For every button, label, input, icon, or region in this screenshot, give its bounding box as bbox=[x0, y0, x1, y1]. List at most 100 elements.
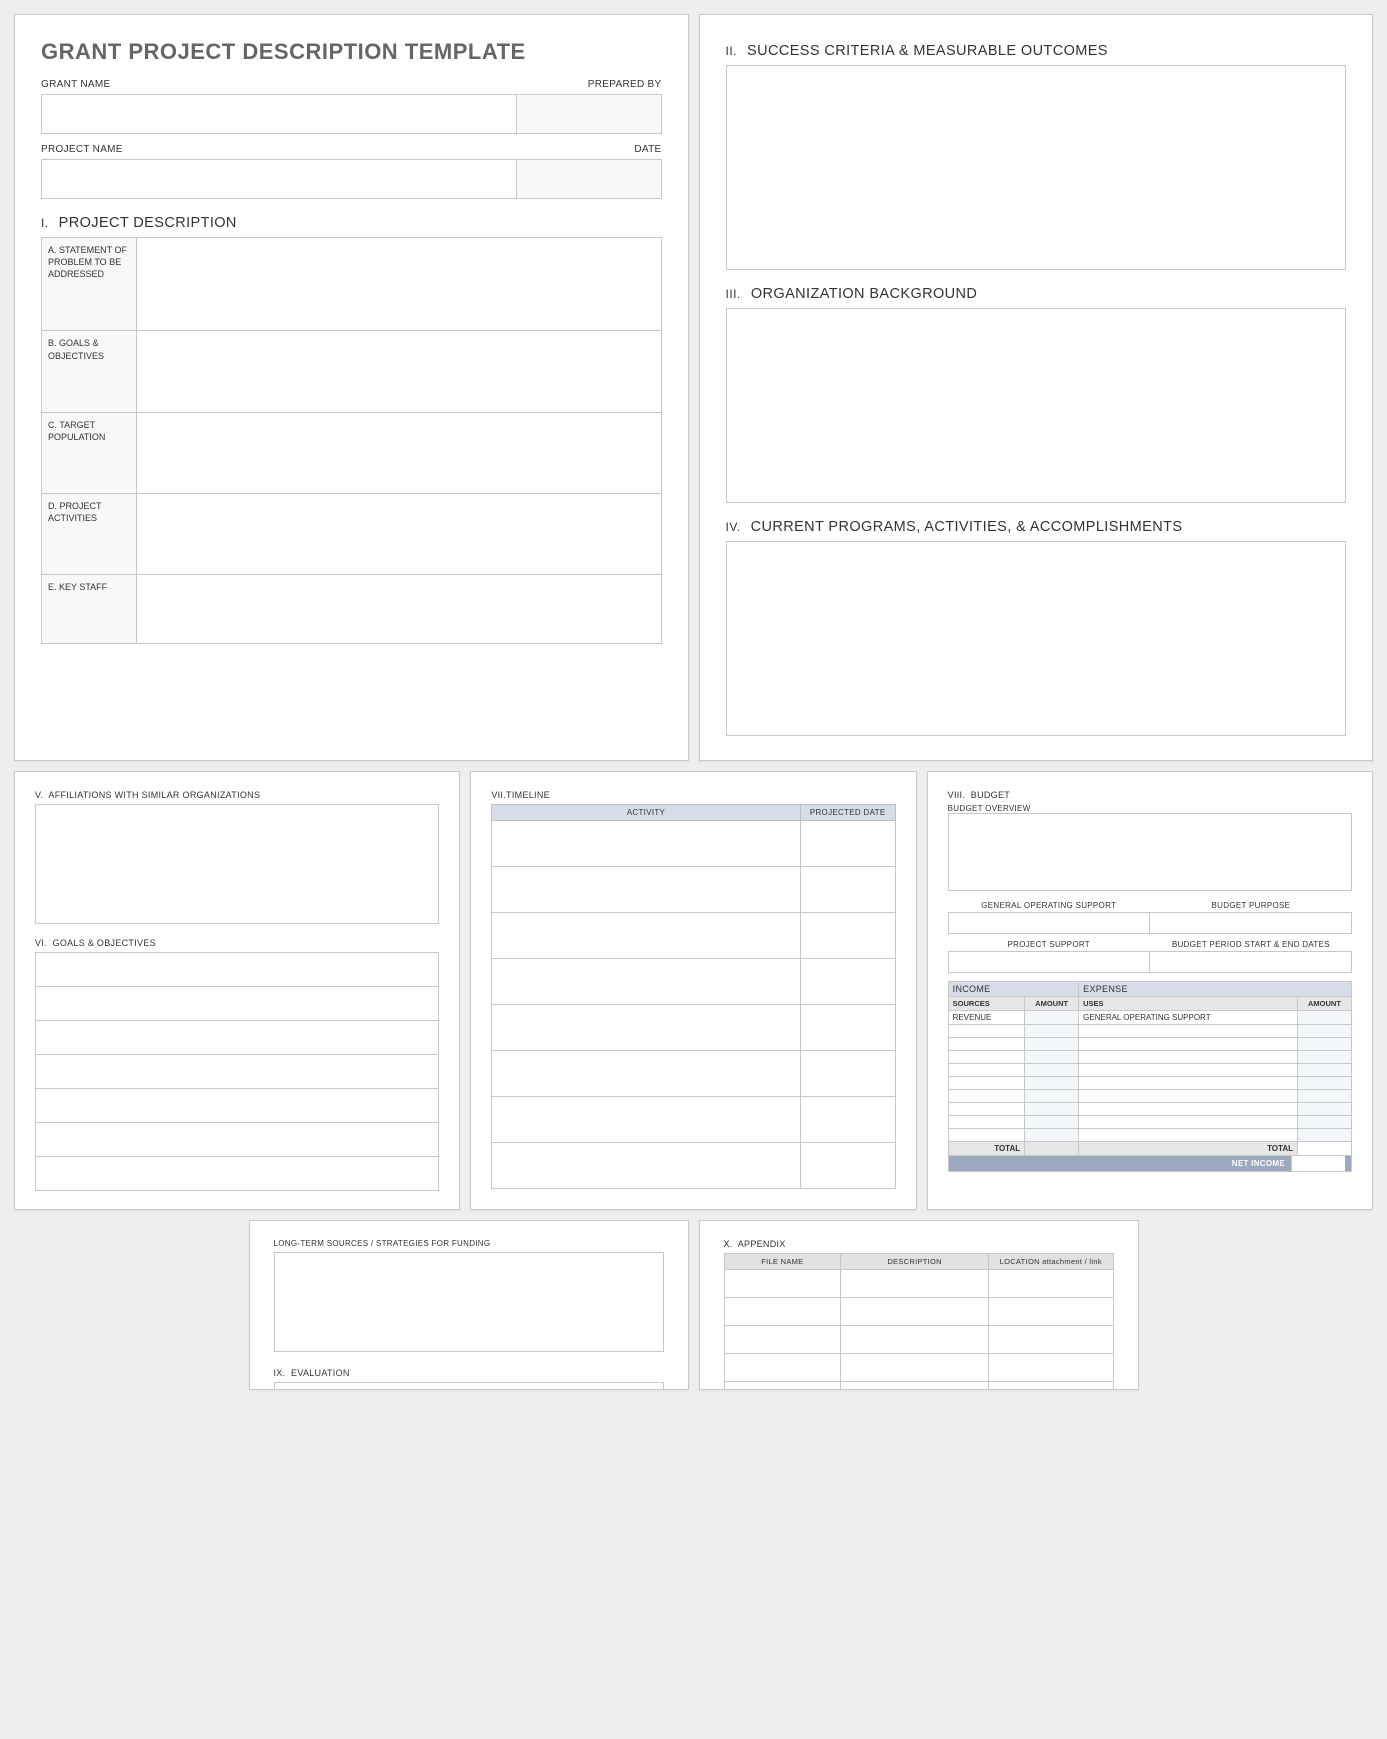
budget-cell[interactable] bbox=[1079, 1038, 1298, 1051]
budget-cell[interactable] bbox=[1079, 1064, 1298, 1077]
input-date[interactable] bbox=[517, 159, 662, 199]
timeline-cell[interactable] bbox=[492, 1051, 800, 1097]
timeline-cell[interactable] bbox=[800, 1143, 895, 1189]
input-proj-support[interactable] bbox=[948, 951, 1150, 973]
evaluation-input[interactable] bbox=[274, 1382, 664, 1390]
timeline-cell[interactable] bbox=[492, 1143, 800, 1189]
timeline-cell[interactable] bbox=[800, 1005, 895, 1051]
budget-cell[interactable] bbox=[1025, 1090, 1079, 1103]
budget-cell[interactable] bbox=[948, 1077, 1024, 1090]
budget-cell[interactable] bbox=[948, 1103, 1024, 1116]
budget-cell[interactable] bbox=[1025, 1011, 1079, 1025]
funding-label: LONG-TERM SOURCES / STRATEGIES FOR FUNDI… bbox=[274, 1239, 664, 1248]
desc-row-d-input[interactable] bbox=[137, 493, 662, 574]
budget-cell[interactable] bbox=[1079, 1077, 1298, 1090]
appendix-cell[interactable] bbox=[841, 1326, 989, 1354]
budget-cell[interactable] bbox=[1025, 1077, 1079, 1090]
budget-cell[interactable] bbox=[1025, 1103, 1079, 1116]
timeline-cell[interactable] bbox=[492, 913, 800, 959]
budget-cell[interactable] bbox=[948, 1129, 1024, 1142]
timeline-cell[interactable] bbox=[800, 1097, 895, 1143]
appendix-cell[interactable] bbox=[724, 1270, 841, 1298]
appendix-cell[interactable] bbox=[724, 1382, 841, 1391]
timeline-cell[interactable] bbox=[492, 959, 800, 1005]
budget-cell[interactable] bbox=[1297, 1077, 1351, 1090]
budget-cell[interactable] bbox=[1297, 1103, 1351, 1116]
budget-cell[interactable] bbox=[1079, 1051, 1298, 1064]
budget-cell[interactable] bbox=[948, 1116, 1024, 1129]
appendix-cell[interactable] bbox=[841, 1354, 989, 1382]
appendix-cell[interactable] bbox=[841, 1298, 989, 1326]
budget-cell[interactable] bbox=[1025, 1025, 1079, 1038]
appendix-cell[interactable] bbox=[724, 1326, 841, 1354]
affiliations-input[interactable] bbox=[35, 804, 439, 924]
budget-cell[interactable] bbox=[948, 1025, 1024, 1038]
appendix-cell[interactable] bbox=[841, 1270, 989, 1298]
org-background-input[interactable] bbox=[726, 308, 1347, 503]
goal-row[interactable] bbox=[36, 953, 439, 987]
budget-cell[interactable] bbox=[1297, 1011, 1351, 1025]
budget-cell[interactable] bbox=[1297, 1116, 1351, 1129]
budget-cell[interactable] bbox=[1079, 1103, 1298, 1116]
timeline-cell[interactable] bbox=[800, 1051, 895, 1097]
appendix-cell[interactable] bbox=[841, 1382, 989, 1391]
budget-cell[interactable] bbox=[1297, 1129, 1351, 1142]
appendix-cell[interactable] bbox=[989, 1354, 1114, 1382]
budget-cell[interactable] bbox=[1079, 1129, 1298, 1142]
input-budget-dates[interactable] bbox=[1150, 951, 1352, 973]
goal-row[interactable] bbox=[36, 1089, 439, 1123]
timeline-cell[interactable] bbox=[492, 1097, 800, 1143]
desc-row-c-input[interactable] bbox=[137, 412, 662, 493]
appendix-cell[interactable] bbox=[724, 1354, 841, 1382]
desc-row-c-label: C. TARGET POPULATION bbox=[42, 412, 137, 493]
budget-cell[interactable] bbox=[1297, 1090, 1351, 1103]
timeline-cell[interactable] bbox=[800, 867, 895, 913]
input-prepared-by[interactable] bbox=[517, 94, 662, 134]
budget-cell[interactable] bbox=[1025, 1129, 1079, 1142]
timeline-cell[interactable] bbox=[800, 959, 895, 1005]
budget-cell[interactable] bbox=[1297, 1025, 1351, 1038]
budget-cell[interactable] bbox=[948, 1090, 1024, 1103]
desc-row-a-input[interactable] bbox=[137, 238, 662, 331]
goal-row[interactable] bbox=[36, 987, 439, 1021]
goal-row[interactable] bbox=[36, 1123, 439, 1157]
budget-cell[interactable] bbox=[948, 1038, 1024, 1051]
timeline-cell[interactable] bbox=[492, 1005, 800, 1051]
timeline-cell[interactable] bbox=[800, 821, 895, 867]
budget-cell[interactable] bbox=[1297, 1038, 1351, 1051]
timeline-cell[interactable] bbox=[800, 913, 895, 959]
input-purpose[interactable] bbox=[1150, 912, 1352, 934]
input-grant-name[interactable] bbox=[41, 94, 517, 134]
budget-total1-value bbox=[1025, 1142, 1079, 1156]
budget-cell[interactable] bbox=[1297, 1051, 1351, 1064]
label-grant-name: GRANT NAME bbox=[41, 79, 517, 90]
budget-cell[interactable] bbox=[948, 1051, 1024, 1064]
appendix-cell[interactable] bbox=[989, 1326, 1114, 1354]
appendix-cell[interactable] bbox=[724, 1298, 841, 1326]
appendix-cell[interactable] bbox=[989, 1382, 1114, 1391]
budget-overview-input[interactable] bbox=[948, 813, 1352, 891]
desc-row-b-input[interactable] bbox=[137, 331, 662, 412]
budget-cell[interactable] bbox=[1025, 1038, 1079, 1051]
budget-cell[interactable] bbox=[1079, 1025, 1298, 1038]
funding-input[interactable] bbox=[274, 1252, 664, 1352]
success-criteria-input[interactable] bbox=[726, 65, 1347, 270]
budget-cell[interactable] bbox=[1079, 1116, 1298, 1129]
desc-row-e-input[interactable] bbox=[137, 575, 662, 644]
current-programs-input[interactable] bbox=[726, 541, 1347, 736]
budget-cell[interactable] bbox=[948, 1064, 1024, 1077]
timeline-cell[interactable] bbox=[492, 821, 800, 867]
appendix-cell[interactable] bbox=[989, 1270, 1114, 1298]
budget-cell[interactable] bbox=[1079, 1090, 1298, 1103]
goal-row[interactable] bbox=[36, 1055, 439, 1089]
timeline-cell[interactable] bbox=[492, 867, 800, 913]
budget-cell[interactable] bbox=[1025, 1051, 1079, 1064]
budget-cell[interactable] bbox=[1025, 1064, 1079, 1077]
input-gos[interactable] bbox=[948, 912, 1150, 934]
budget-cell[interactable] bbox=[1297, 1064, 1351, 1077]
goal-row[interactable] bbox=[36, 1021, 439, 1055]
appendix-cell[interactable] bbox=[989, 1298, 1114, 1326]
input-project-name[interactable] bbox=[41, 159, 517, 199]
goal-row[interactable] bbox=[36, 1157, 439, 1191]
budget-cell[interactable] bbox=[1025, 1116, 1079, 1129]
